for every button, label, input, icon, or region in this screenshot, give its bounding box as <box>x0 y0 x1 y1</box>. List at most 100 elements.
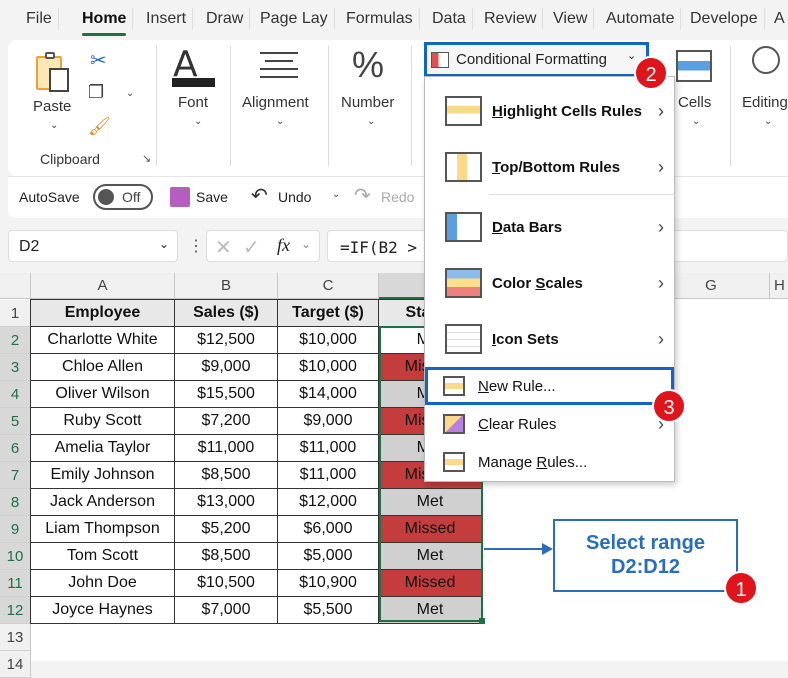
table-cell[interactable]: Oliver Wilson <box>30 380 175 408</box>
table-cell[interactable]: $9,000 <box>277 407 379 435</box>
table-cell[interactable]: $8,500 <box>174 461 278 489</box>
more-options-icon[interactable]: ⋮ <box>188 236 204 256</box>
table-cell[interactable]: $10,900 <box>277 569 379 597</box>
row-header-3[interactable]: 3 <box>0 354 31 381</box>
row-header-1[interactable]: 1 <box>0 300 31 327</box>
tab-a[interactable]: A <box>768 8 785 30</box>
tab-develope[interactable]: Develope <box>684 8 765 30</box>
menu-item-icon-sets[interactable]: Icon Sets › <box>425 311 674 367</box>
chevron-down-icon[interactable]: ⌄ <box>159 237 169 251</box>
table-cell[interactable]: $5,000 <box>277 542 379 570</box>
row-header-14[interactable]: 14 <box>0 651 31 678</box>
table-cell[interactable]: $9,000 <box>174 353 278 381</box>
tab-formulas[interactable]: Formulas <box>340 8 420 30</box>
tab-insert[interactable]: Insert <box>140 8 194 30</box>
table-cell[interactable]: Emily Johnson <box>30 461 175 489</box>
table-cell[interactable]: $5,500 <box>277 596 379 624</box>
table-cell[interactable]: Joyce Haynes <box>30 596 175 624</box>
menu-item-highlight-cells-rules[interactable]: Highlight Cells Rules › <box>425 83 674 139</box>
format-painter-icon[interactable]: 🖌 <box>88 116 111 137</box>
header-cell[interactable]: Sales ($) <box>174 299 278 327</box>
menu-item-color-scales[interactable]: Color Scales › <box>425 255 674 311</box>
table-cell[interactable]: $10,000 <box>277 326 379 354</box>
cells-icon[interactable] <box>676 50 712 82</box>
menu-item-data-bars[interactable]: Data Bars › <box>425 199 674 255</box>
redo-icon[interactable]: ↷ <box>354 183 371 208</box>
name-box[interactable]: D2 ⌄ <box>8 230 178 262</box>
number-button[interactable]: Number <box>341 94 394 111</box>
undo-chevron-icon[interactable]: ⌄ <box>332 189 340 200</box>
table-cell[interactable]: Jack Anderson <box>30 488 175 516</box>
editing-button[interactable]: Editing <box>742 94 788 111</box>
table-cell[interactable]: Charlotte White <box>30 326 175 354</box>
row-header-7[interactable]: 7 <box>0 462 31 489</box>
tab-review[interactable]: Review <box>478 8 544 30</box>
column-header-a[interactable]: A <box>31 273 175 299</box>
table-cell[interactable]: Liam Thompson <box>30 515 175 543</box>
insert-function-button[interactable]: fx <box>277 235 290 256</box>
column-header-h[interactable]: H <box>770 273 788 299</box>
table-cell[interactable]: $14,000 <box>277 380 379 408</box>
paste-button[interactable]: Paste <box>33 98 71 115</box>
tab-draw[interactable]: Draw <box>200 8 251 30</box>
alignment-icon[interactable] <box>260 52 298 78</box>
table-cell[interactable]: $15,500 <box>174 380 278 408</box>
table-cell[interactable]: $11,000 <box>277 434 379 462</box>
conditional-formatting-button[interactable]: Conditional Formatting ⌄ <box>424 42 649 77</box>
table-cell[interactable]: $13,000 <box>174 488 278 516</box>
paste-chevron-icon[interactable]: ⌄ <box>50 120 58 131</box>
chevron-down-icon[interactable]: ⌄ <box>301 237 311 251</box>
tab-home[interactable]: Home <box>76 8 134 36</box>
table-cell[interactable]: $8,500 <box>174 542 278 570</box>
undo-button[interactable]: Undo <box>278 189 311 205</box>
copy-icon[interactable]: ❐ <box>88 82 104 103</box>
cancel-icon[interactable]: ✕ <box>215 235 232 260</box>
row-header-11[interactable]: 11 <box>0 570 31 597</box>
table-cell[interactable]: $10,500 <box>174 569 278 597</box>
paste-icon[interactable] <box>36 52 70 94</box>
tab-file[interactable]: File <box>20 8 59 30</box>
column-header-b[interactable]: B <box>175 273 278 299</box>
enter-icon[interactable]: ✓ <box>243 235 260 260</box>
table-cell[interactable]: Ruby Scott <box>30 407 175 435</box>
row-header-4[interactable]: 4 <box>0 381 31 408</box>
table-cell[interactable]: Amelia Taylor <box>30 434 175 462</box>
menu-item-manage-rules[interactable]: Manage Rules... <box>425 443 674 481</box>
header-cell[interactable]: Employee <box>30 299 175 327</box>
select-all-button[interactable] <box>0 273 31 299</box>
font-button[interactable]: Font <box>178 94 208 111</box>
table-cell[interactable]: $5,200 <box>174 515 278 543</box>
cut-icon[interactable]: ✂ <box>90 48 107 73</box>
table-cell[interactable]: $7,200 <box>174 407 278 435</box>
row-header-6[interactable]: 6 <box>0 435 31 462</box>
menu-item-clear-rules[interactable]: Clear Rules › <box>425 405 674 443</box>
row-header-9[interactable]: 9 <box>0 516 31 543</box>
cells-button[interactable]: Cells <box>678 94 711 111</box>
row-header-8[interactable]: 8 <box>0 489 31 516</box>
copy-chevron-icon[interactable]: ⌄ <box>126 88 134 99</box>
table-cell[interactable]: $6,000 <box>277 515 379 543</box>
table-cell[interactable]: $10,000 <box>277 353 379 381</box>
table-cell[interactable]: $12,000 <box>277 488 379 516</box>
row-header-2[interactable]: 2 <box>0 327 31 354</box>
tab-page-lay[interactable]: Page Lay <box>254 8 335 30</box>
table-cell[interactable]: $11,000 <box>277 461 379 489</box>
redo-button[interactable]: Redo <box>381 189 414 205</box>
save-icon[interactable] <box>170 187 190 207</box>
autosave-toggle[interactable]: Off <box>93 184 153 210</box>
percent-icon[interactable]: % <box>352 44 384 86</box>
tab-data[interactable]: Data <box>426 8 473 30</box>
undo-icon[interactable]: ↶ <box>251 183 268 208</box>
fill-handle[interactable] <box>479 618 485 624</box>
column-header-c[interactable]: C <box>278 273 379 299</box>
tab-automate[interactable]: Automate <box>600 8 682 30</box>
table-cell[interactable]: $7,000 <box>174 596 278 624</box>
row-header-5[interactable]: 5 <box>0 408 31 435</box>
row-header-10[interactable]: 10 <box>0 543 31 570</box>
tab-view[interactable]: View <box>547 8 595 30</box>
menu-item-top-bottom-rules[interactable]: Top/Bottom Rules › <box>425 139 674 195</box>
table-cell[interactable]: Tom Scott <box>30 542 175 570</box>
header-cell[interactable]: Target ($) <box>277 299 379 327</box>
table-cell[interactable]: $11,000 <box>174 434 278 462</box>
table-cell[interactable]: Chloe Allen <box>30 353 175 381</box>
